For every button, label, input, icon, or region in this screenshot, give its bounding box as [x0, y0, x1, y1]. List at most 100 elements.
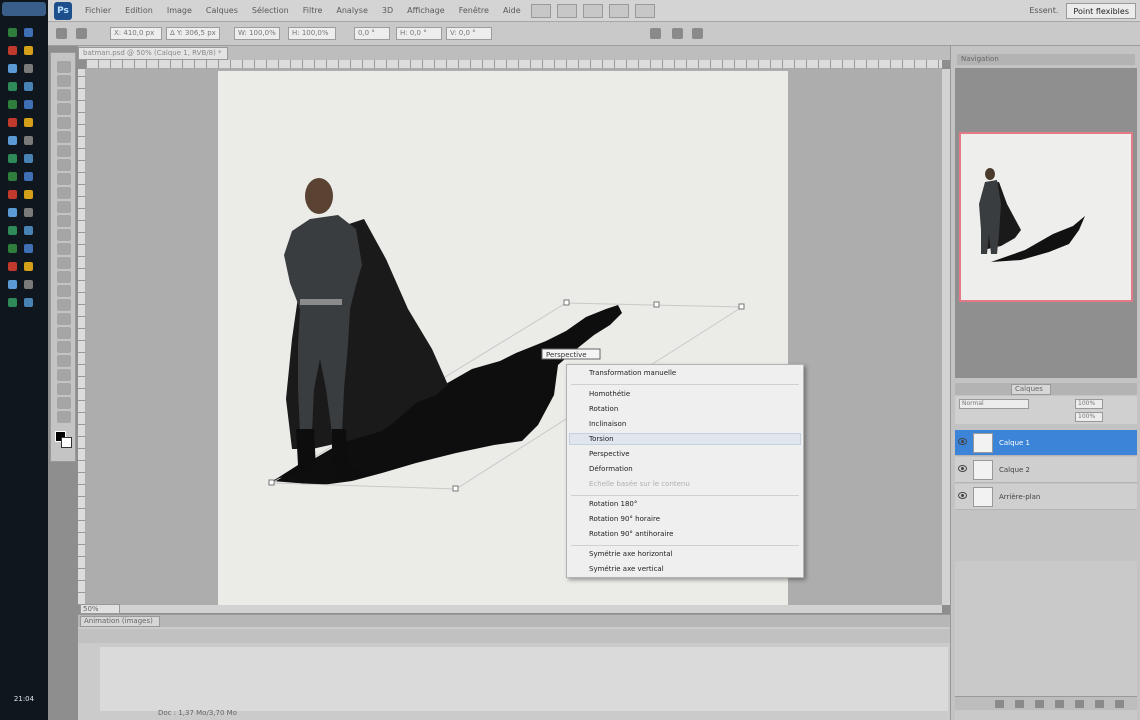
layer-style-icon[interactable] — [1015, 700, 1024, 708]
document-tab[interactable]: batman.psd @ 50% (Calque 1, RVB/8) * — [78, 47, 228, 60]
layer-row[interactable]: Arrière-plan — [955, 484, 1137, 510]
new-layer-icon[interactable] — [1095, 700, 1104, 708]
horizontal-skew-field[interactable]: H: 0,0 ° — [396, 27, 442, 40]
animation-frames-area[interactable] — [100, 647, 948, 711]
taskbar-app-icon[interactable] — [8, 46, 17, 55]
taskbar-app-icon[interactable] — [24, 280, 33, 289]
visibility-eye-icon[interactable] — [958, 465, 967, 472]
menu-analysis[interactable]: Analyse — [329, 0, 375, 22]
layer-row[interactable]: Calque 1 — [955, 430, 1137, 456]
tool-preset-icon[interactable] — [56, 28, 67, 39]
taskbar-app-icon[interactable] — [24, 118, 33, 127]
menu-file[interactable]: Fichier — [78, 0, 118, 22]
vertical-ruler[interactable] — [78, 69, 86, 605]
menu-filter[interactable]: Filtre — [296, 0, 330, 22]
tool-button[interactable] — [57, 145, 71, 157]
menu-layers[interactable]: Calques — [199, 0, 245, 22]
link-layers-icon[interactable] — [995, 700, 1004, 708]
new-group-icon[interactable] — [1075, 700, 1084, 708]
taskbar-app-icon[interactable] — [24, 190, 33, 199]
taskbar-app-icon[interactable] — [8, 280, 17, 289]
taskbar-app-icon[interactable] — [8, 244, 17, 253]
taskbar-app-icon[interactable] — [24, 226, 33, 235]
tool-button[interactable] — [57, 89, 71, 101]
taskbar-app-icon[interactable] — [24, 82, 33, 91]
tool-button[interactable] — [57, 173, 71, 185]
animation-tab[interactable]: Animation (images) — [80, 616, 160, 627]
menu-item-flip-vertical[interactable]: Symétrie axe vertical — [589, 563, 664, 576]
taskbar-app-icon[interactable] — [8, 136, 17, 145]
taskbar-app-icon[interactable] — [24, 28, 33, 37]
screen-mode-button[interactable] — [634, 3, 655, 18]
tool-button[interactable] — [57, 243, 71, 255]
taskbar-app-icon[interactable] — [24, 100, 33, 109]
layer-mask-icon[interactable] — [1035, 700, 1044, 708]
adjustment-layer-icon[interactable] — [1055, 700, 1064, 708]
taskbar-app-icon[interactable] — [8, 118, 17, 127]
fill-field[interactable]: 100% — [1075, 412, 1103, 422]
transform-handle[interactable] — [653, 301, 660, 308]
tool-button[interactable] — [57, 159, 71, 171]
taskbar-app-icon[interactable] — [8, 208, 17, 217]
tool-button[interactable] — [57, 131, 71, 143]
menu-item-rotate-90-cw[interactable]: Rotation 90° horaire — [589, 513, 660, 526]
taskbar-app-icon[interactable] — [8, 262, 17, 271]
zoom-field[interactable]: 50% — [80, 604, 120, 614]
taskbar-app-icon[interactable] — [24, 262, 33, 271]
taskbar-app-icon[interactable] — [8, 172, 17, 181]
menu-item-rotate[interactable]: Rotation — [589, 403, 618, 416]
tool-button[interactable] — [57, 271, 71, 283]
menu-help[interactable]: Aide — [496, 0, 528, 22]
taskbar-app-icon[interactable] — [24, 298, 33, 307]
menu-view[interactable]: Affichage — [400, 0, 452, 22]
menu-item-flip-horizontal[interactable]: Symétrie axe horizontal — [589, 548, 672, 561]
rotation-field[interactable]: 0,0 ° — [354, 27, 390, 40]
menu-item-scale[interactable]: Homothétie — [589, 388, 630, 401]
height-scale-field[interactable]: H: 100,0% — [288, 27, 336, 40]
taskbar-app-icon[interactable] — [8, 64, 17, 73]
taskbar-app-icon[interactable] — [8, 154, 17, 163]
y-position-field[interactable]: Δ Y: 306,5 px — [166, 27, 220, 40]
tool-button[interactable] — [57, 61, 71, 73]
mini-bridge-button[interactable] — [556, 3, 577, 18]
warp-mode-icon[interactable] — [650, 28, 661, 39]
background-color-swatch[interactable] — [61, 437, 72, 448]
arrange-documents-button[interactable] — [608, 3, 629, 18]
taskbar-app-icon[interactable] — [8, 28, 17, 37]
menu-item-skew[interactable]: Inclinaison — [589, 418, 626, 431]
trash-icon[interactable] — [1115, 700, 1124, 708]
taskbar-app-icon[interactable] — [24, 172, 33, 181]
cancel-transform-icon[interactable] — [672, 28, 683, 39]
zoom-level-button[interactable] — [582, 3, 603, 18]
commit-transform-icon[interactable] — [692, 28, 703, 39]
menu-window[interactable]: Fenêtre — [452, 0, 496, 22]
vertical-skew-field[interactable]: V: 0,0 ° — [446, 27, 492, 40]
tool-button[interactable] — [57, 397, 71, 409]
layer-row[interactable]: Calque 2 — [955, 457, 1137, 483]
navigator-thumbnail[interactable] — [959, 132, 1133, 302]
taskbar-app-icon[interactable] — [24, 244, 33, 253]
transform-handle[interactable] — [738, 303, 745, 310]
blend-mode-select[interactable]: Normal — [959, 399, 1029, 409]
tool-button[interactable] — [57, 327, 71, 339]
tool-button[interactable] — [57, 299, 71, 311]
taskbar-app-icon[interactable] — [8, 82, 17, 91]
menu-image[interactable]: Image — [160, 0, 199, 22]
tool-button[interactable] — [57, 383, 71, 395]
visibility-eye-icon[interactable] — [958, 438, 967, 445]
taskbar-app-icon[interactable] — [8, 226, 17, 235]
tool-button[interactable] — [57, 313, 71, 325]
taskbar-app-icon[interactable] — [24, 154, 33, 163]
taskbar-app-icon[interactable] — [8, 298, 17, 307]
tool-button[interactable] — [57, 187, 71, 199]
menu-select[interactable]: Sélection — [245, 0, 296, 22]
tool-button[interactable] — [57, 411, 71, 423]
tool-button[interactable] — [57, 229, 71, 241]
layers-tab[interactable]: Calques — [1011, 384, 1051, 395]
width-scale-field[interactable]: W: 100,0% — [234, 27, 280, 40]
tool-button[interactable] — [57, 257, 71, 269]
document-pasteboard[interactable]: Perspective — [86, 69, 942, 605]
menu-item-perspective[interactable]: Perspective — [589, 448, 630, 461]
taskbar-app-icon[interactable] — [8, 100, 17, 109]
horizontal-scrollbar[interactable] — [86, 605, 942, 613]
